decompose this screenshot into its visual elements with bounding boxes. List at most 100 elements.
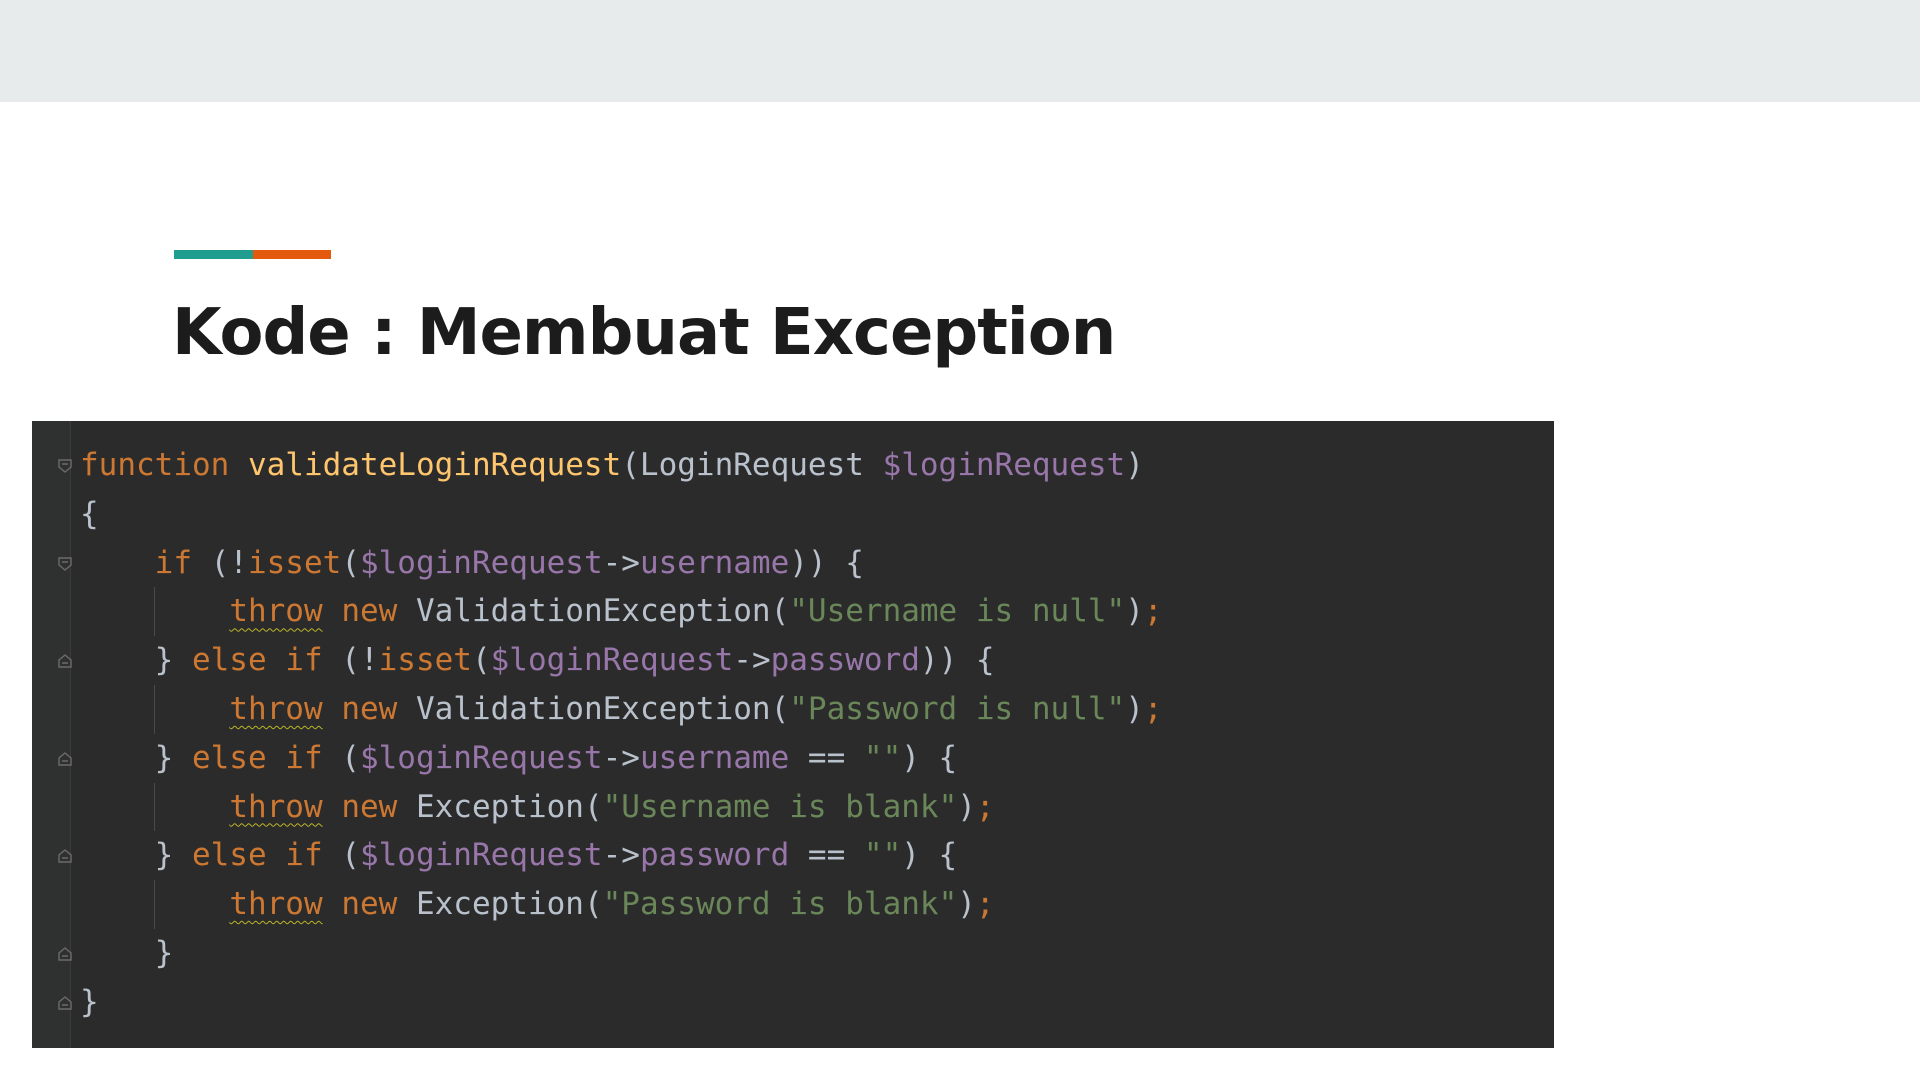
accent-segment-teal (174, 250, 253, 259)
code-token: (! (322, 642, 379, 679)
fold-end-icon[interactable] (57, 751, 73, 767)
code-token: else if (191, 837, 323, 874)
code-token: $loginRequest (882, 447, 1126, 483)
code-token: } (80, 837, 192, 874)
fold-open-icon[interactable] (57, 458, 73, 474)
indent-guide (154, 587, 155, 637)
code-line: } (80, 929, 1163, 978)
code-token: validateLoginRequest (247, 447, 622, 483)
title-accent-bar (174, 250, 331, 259)
code-token: -> (602, 837, 640, 874)
code-line: throw new Exception("Username is blank")… (80, 782, 1163, 832)
code-token: } (80, 642, 192, 679)
code-token: ; (1143, 690, 1163, 727)
indent-guide (154, 684, 155, 734)
code-token: ( (322, 837, 360, 874)
code-token: function (80, 447, 230, 483)
code-token: Exception( (397, 788, 603, 825)
code-token: "Password is blank" (602, 886, 958, 923)
code-token: username (639, 544, 790, 581)
fold-open-icon[interactable] (57, 556, 73, 572)
fold-end-icon[interactable] (57, 995, 73, 1011)
code-token: -> (602, 739, 640, 776)
code-token: new (341, 788, 398, 825)
code-line: } else if ($loginRequest->password == ""… (80, 831, 1163, 880)
code-block: function validateLoginRequest(LoginReque… (80, 441, 1163, 1027)
slide-header-band (0, 0, 1920, 102)
code-token: ) (1125, 593, 1144, 630)
code-token: -> (733, 642, 771, 679)
code-token: password (770, 642, 920, 679)
code-token: throw (229, 593, 323, 630)
code-token: username (639, 739, 790, 776)
code-line: } else if ($loginRequest->username == ""… (80, 734, 1163, 783)
code-token: ) { (901, 739, 958, 776)
code-token: ) (1125, 447, 1144, 483)
code-token: } (80, 739, 192, 776)
code-token: == (789, 739, 864, 776)
code-token: } (80, 983, 99, 1020)
code-token: "Password is null" (789, 690, 1126, 727)
code-token: ValidationException( (397, 593, 790, 630)
code-line: } else if (!isset($loginRequest->passwor… (80, 636, 1163, 685)
code-token: new (341, 690, 398, 727)
code-token: else if (191, 642, 323, 679)
code-line: if (!isset($loginRequest->username)) { (80, 539, 1163, 588)
code-token: new (341, 886, 398, 923)
code-token: else if (191, 739, 323, 776)
code-token: ) (1125, 690, 1144, 727)
code-token: "Username is null" (789, 593, 1126, 630)
code-token: "Username is blank" (602, 788, 958, 825)
code-token: $loginRequest (359, 837, 603, 874)
code-token: ( (341, 544, 360, 581)
code-token: ( (322, 739, 360, 776)
fold-end-icon[interactable] (57, 946, 73, 962)
slide-title: Kode : Membuat Exception (172, 296, 1116, 370)
code-line: throw new Exception("Password is blank")… (80, 880, 1163, 929)
code-token: ) { (901, 837, 958, 874)
code-token: ; (975, 886, 995, 923)
code-token: Exception( (397, 886, 603, 923)
code-token: $loginRequest (359, 544, 603, 581)
code-token: isset (247, 544, 342, 581)
code-token: throw (229, 690, 323, 727)
code-line: } (80, 978, 1163, 1027)
code-token: isset (378, 642, 472, 679)
code-token: ValidationException( (397, 690, 790, 727)
indent-guide (154, 782, 155, 832)
fold-end-icon[interactable] (57, 653, 73, 669)
code-token: } (80, 934, 174, 971)
code-token: == (789, 837, 864, 874)
code-token: (! (191, 544, 248, 581)
code-line: throw new ValidationException("Username … (80, 587, 1163, 637)
code-token: throw (229, 886, 323, 923)
code-token: (LoginRequest (621, 447, 883, 483)
code-screenshot: function validateLoginRequest(LoginReque… (32, 421, 1554, 1048)
code-token: { (80, 495, 99, 532)
code-token: ) (957, 788, 976, 825)
accent-segment-orange (252, 250, 331, 259)
code-line: { (80, 490, 1163, 539)
code-token: if (154, 544, 192, 581)
code-line: throw new ValidationException("Password … (80, 684, 1163, 734)
indent-guide (154, 880, 155, 929)
code-token: ; (975, 788, 995, 825)
code-token: throw (229, 788, 323, 825)
code-token: )) { (919, 642, 995, 679)
code-line: function validateLoginRequest(LoginReque… (80, 441, 1163, 490)
code-token: $loginRequest (359, 739, 603, 776)
code-token: ) (957, 886, 976, 923)
code-token: -> (602, 544, 640, 581)
code-token: )) { (789, 544, 864, 581)
code-token: new (341, 593, 398, 630)
code-token: "" (863, 739, 902, 776)
code-token: password (639, 837, 790, 874)
fold-end-icon[interactable] (57, 848, 73, 864)
code-token: ( (471, 642, 491, 679)
